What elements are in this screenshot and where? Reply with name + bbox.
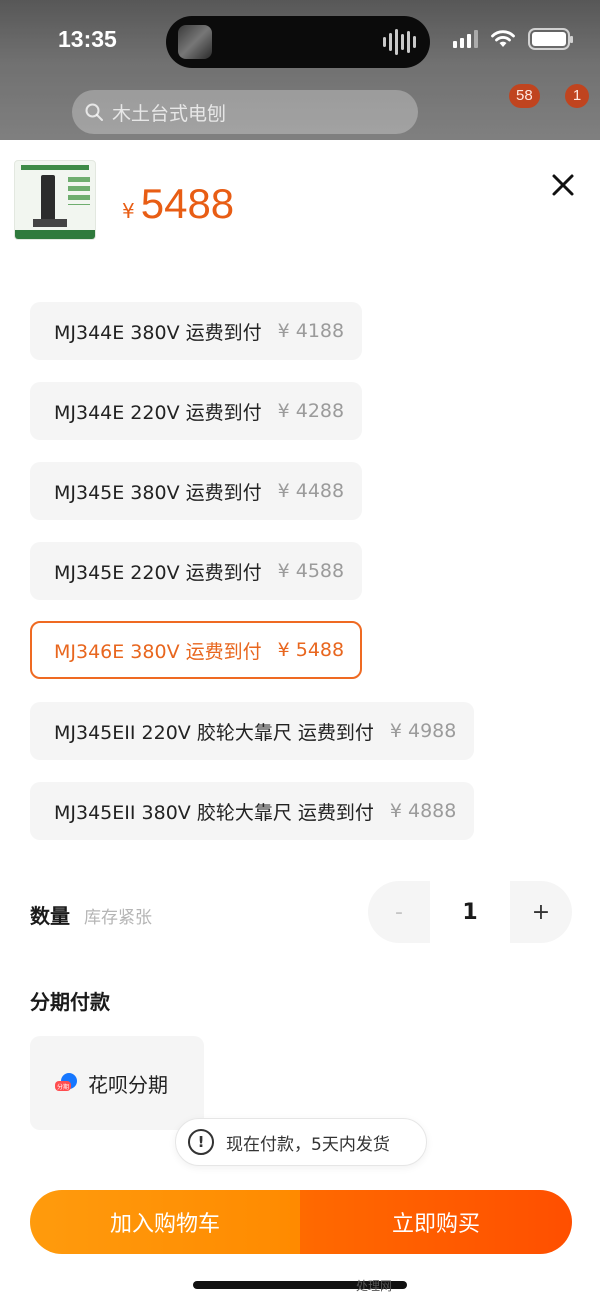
audio-wave-icon — [383, 28, 416, 56]
variant-name: MJ344E 220V 运费到付 — [54, 401, 262, 424]
variant-price: ¥ 4588 — [277, 560, 345, 582]
info-icon: ! — [188, 1129, 214, 1155]
variant-price: ¥ 4488 — [277, 480, 345, 502]
variant-name: MJ345EII 380V 胶轮大靠尺 运费到付 — [54, 801, 374, 824]
variant-price: ¥ 4988 — [389, 720, 457, 742]
search-icon — [85, 103, 103, 121]
status-icons — [453, 28, 573, 50]
close-icon[interactable] — [548, 170, 578, 200]
increase-button[interactable]: + — [510, 881, 572, 943]
variant-option[interactable]: MJ344E 220V 运费到付 ¥ 4288 — [30, 382, 363, 440]
background-search-bar: 木土台式电刨 — [72, 90, 418, 134]
action-bar: 加入购物车 立即购买 — [30, 1190, 572, 1254]
huabei-installment-option[interactable]: 分期 花呗分期 — [30, 1036, 204, 1130]
product-thumbnail[interactable] — [14, 160, 96, 240]
variant-name: MJ345E 220V 运费到付 — [54, 561, 262, 584]
quantity-value[interactable]: 1 — [430, 881, 510, 943]
selected-price: ¥ 5488 — [122, 180, 234, 228]
quantity-label: 数量 — [30, 904, 70, 928]
variant-option[interactable]: MJ344E 380V 运费到付 ¥ 4188 — [30, 302, 363, 360]
installment-title: 分期付款 — [30, 990, 110, 1014]
decrease-button[interactable]: - — [368, 881, 430, 943]
variant-option[interactable]: MJ345E 380V 运费到付 ¥ 4488 — [30, 462, 363, 520]
price-currency: ¥ — [122, 199, 135, 223]
variant-price: ¥ 5488 — [277, 639, 345, 661]
variant-option[interactable]: MJ345EII 220V 胶轮大靠尺 运费到付 ¥ 4988 — [30, 702, 475, 760]
watermark-text: 处理网 — [356, 1279, 393, 1293]
variant-name: MJ346E 380V 运费到付 — [54, 640, 262, 663]
now-playing-artwork — [178, 25, 212, 59]
status-time: 13:35 — [58, 26, 117, 52]
battery-icon — [528, 28, 573, 50]
variant-option[interactable]: MJ345EII 380V 胶轮大靠尺 运费到付 ¥ 4888 — [30, 782, 475, 840]
add-to-cart-button[interactable]: 加入购物车 — [30, 1190, 300, 1254]
cellular-signal-icon — [453, 30, 478, 48]
variant-price: ¥ 4888 — [389, 800, 457, 822]
buy-now-button[interactable]: 立即购买 — [300, 1190, 572, 1254]
installment-option-label: 花呗分期 — [88, 1072, 168, 1097]
delivery-notice: ! 现在付款，5天内发货 — [175, 1118, 427, 1166]
variant-option[interactable]: MJ345E 220V 运费到付 ¥ 4588 — [30, 542, 363, 600]
delivery-notice-text: 现在付款，5天内发货 — [226, 1134, 390, 1155]
sku-selection-sheet: ¥ 5488 MJ344E 380V 运费到付 ¥ 4188 MJ344E 22… — [0, 140, 600, 1300]
huabei-icon: 分期 — [55, 1073, 77, 1091]
variant-name: MJ345E 380V 运费到付 — [54, 481, 262, 504]
huabei-badge-text: 分期 — [57, 1083, 69, 1091]
price-amount: 5488 — [140, 180, 235, 227]
stock-hint: 库存紧张 — [84, 908, 152, 928]
variant-price: ¥ 4188 — [277, 320, 345, 342]
variant-name: MJ345EII 220V 胶轮大靠尺 运费到付 — [54, 721, 374, 744]
dynamic-island[interactable] — [166, 16, 430, 68]
message-count-badge: 1 — [565, 84, 589, 108]
variant-price: ¥ 4288 — [277, 400, 345, 422]
quantity-stepper: - 1 + — [368, 881, 572, 943]
wifi-icon — [491, 30, 515, 47]
cart-count-badge: 58 — [509, 84, 540, 108]
variant-name: MJ344E 380V 运费到付 — [54, 321, 262, 344]
variant-option-selected[interactable]: MJ346E 380V 运费到付 ¥ 5488 — [30, 621, 363, 679]
search-placeholder: 木土台式电刨 — [112, 102, 227, 125]
